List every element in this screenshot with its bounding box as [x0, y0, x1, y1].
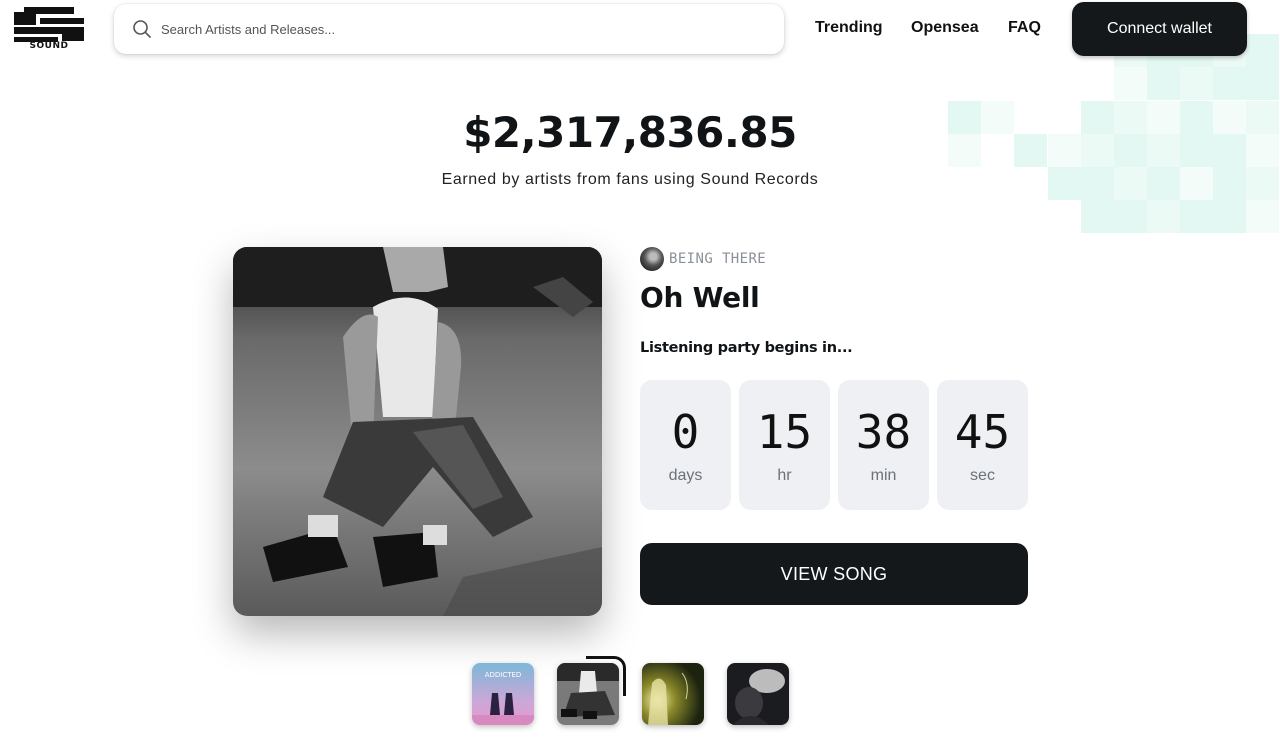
nav-faq[interactable]: FAQ [1008, 19, 1041, 37]
countdown-value: 38 [855, 405, 912, 459]
earned-caption: Earned by artists from fans using Sound … [441, 171, 819, 188]
search-input[interactable] [161, 21, 721, 37]
view-song-button[interactable]: VIEW SONG [640, 543, 1028, 605]
countdown-value: 15 [756, 405, 813, 459]
release-cover-image[interactable] [233, 247, 602, 616]
countdown-unit: hr [777, 467, 792, 484]
countdown-days: 0 days [640, 380, 731, 510]
page: SOUND Trending Opensea FAQ Connect walle… [0, 0, 1280, 738]
nav-trending[interactable]: Trending [815, 19, 883, 37]
earned-amount: $2,317,836.85 [463, 108, 797, 157]
countdown-unit: sec [970, 467, 995, 484]
countdown: 0 days 15 hr 38 min 45 sec [640, 380, 1028, 510]
song-title[interactable]: Oh Well [640, 281, 760, 314]
release-thumbnail[interactable]: ADDICTED [472, 663, 534, 725]
release-thumbnail[interactable] [642, 663, 704, 725]
thumbnail-cover-text: ADDICTED [485, 671, 522, 679]
nav-opensea[interactable]: Opensea [911, 19, 979, 37]
listening-party-label: Listening party begins in... [640, 340, 853, 356]
countdown-value: 0 [671, 405, 700, 459]
artist-avatar[interactable] [640, 247, 664, 271]
countdown-minutes: 38 min [838, 380, 929, 510]
search-bar[interactable] [114, 4, 784, 54]
search-icon [133, 20, 151, 38]
artist-name[interactable]: BEING THERE [669, 251, 766, 267]
countdown-hours: 15 hr [739, 380, 830, 510]
countdown-seconds: 45 sec [937, 380, 1028, 510]
countdown-value: 45 [954, 405, 1011, 459]
countdown-unit: days [668, 467, 703, 484]
connect-wallet-button[interactable]: Connect wallet [1072, 2, 1247, 56]
selected-indicator [586, 656, 626, 696]
countdown-unit: min [870, 467, 897, 484]
logo-text: SOUND [29, 41, 69, 51]
release-thumbnail[interactable] [727, 663, 789, 725]
